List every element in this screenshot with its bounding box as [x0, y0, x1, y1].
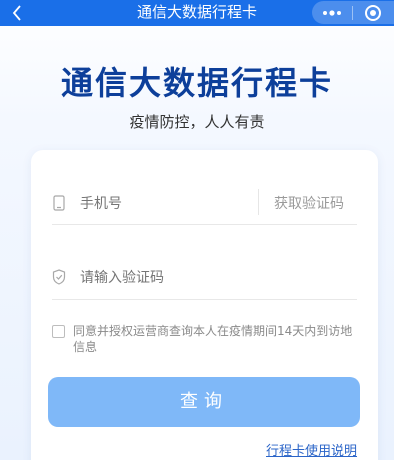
page-title: 通信大数据行程卡: [60, 64, 333, 102]
agreement-checkbox[interactable]: [52, 325, 65, 338]
field-divider: [258, 189, 259, 215]
more-button[interactable]: [312, 1, 352, 24]
phone-row: 获取验证码: [52, 183, 357, 225]
more-dots-icon: [323, 9, 341, 16]
target-circle-icon: [365, 4, 381, 21]
shield-icon: [52, 269, 66, 285]
usage-instructions-link[interactable]: 行程卡使用说明: [266, 440, 357, 459]
phone-icon: [53, 195, 65, 211]
page-subtitle: 疫情防控，人人有责: [129, 113, 265, 131]
mini-program-capsule: [312, 1, 394, 24]
phone-input[interactable]: [80, 193, 250, 213]
verification-code-row: [52, 258, 357, 300]
query-button[interactable]: 查询: [48, 377, 360, 427]
get-code-button[interactable]: 获取验证码: [274, 193, 344, 213]
verification-code-input[interactable]: [80, 267, 330, 287]
close-mini-program-button[interactable]: [353, 1, 393, 24]
top-navbar: 通信大数据行程卡: [0, 0, 394, 26]
agreement-text: 同意并授权运营商查询本人在疫情期间14天内到访地信息: [73, 324, 353, 354]
